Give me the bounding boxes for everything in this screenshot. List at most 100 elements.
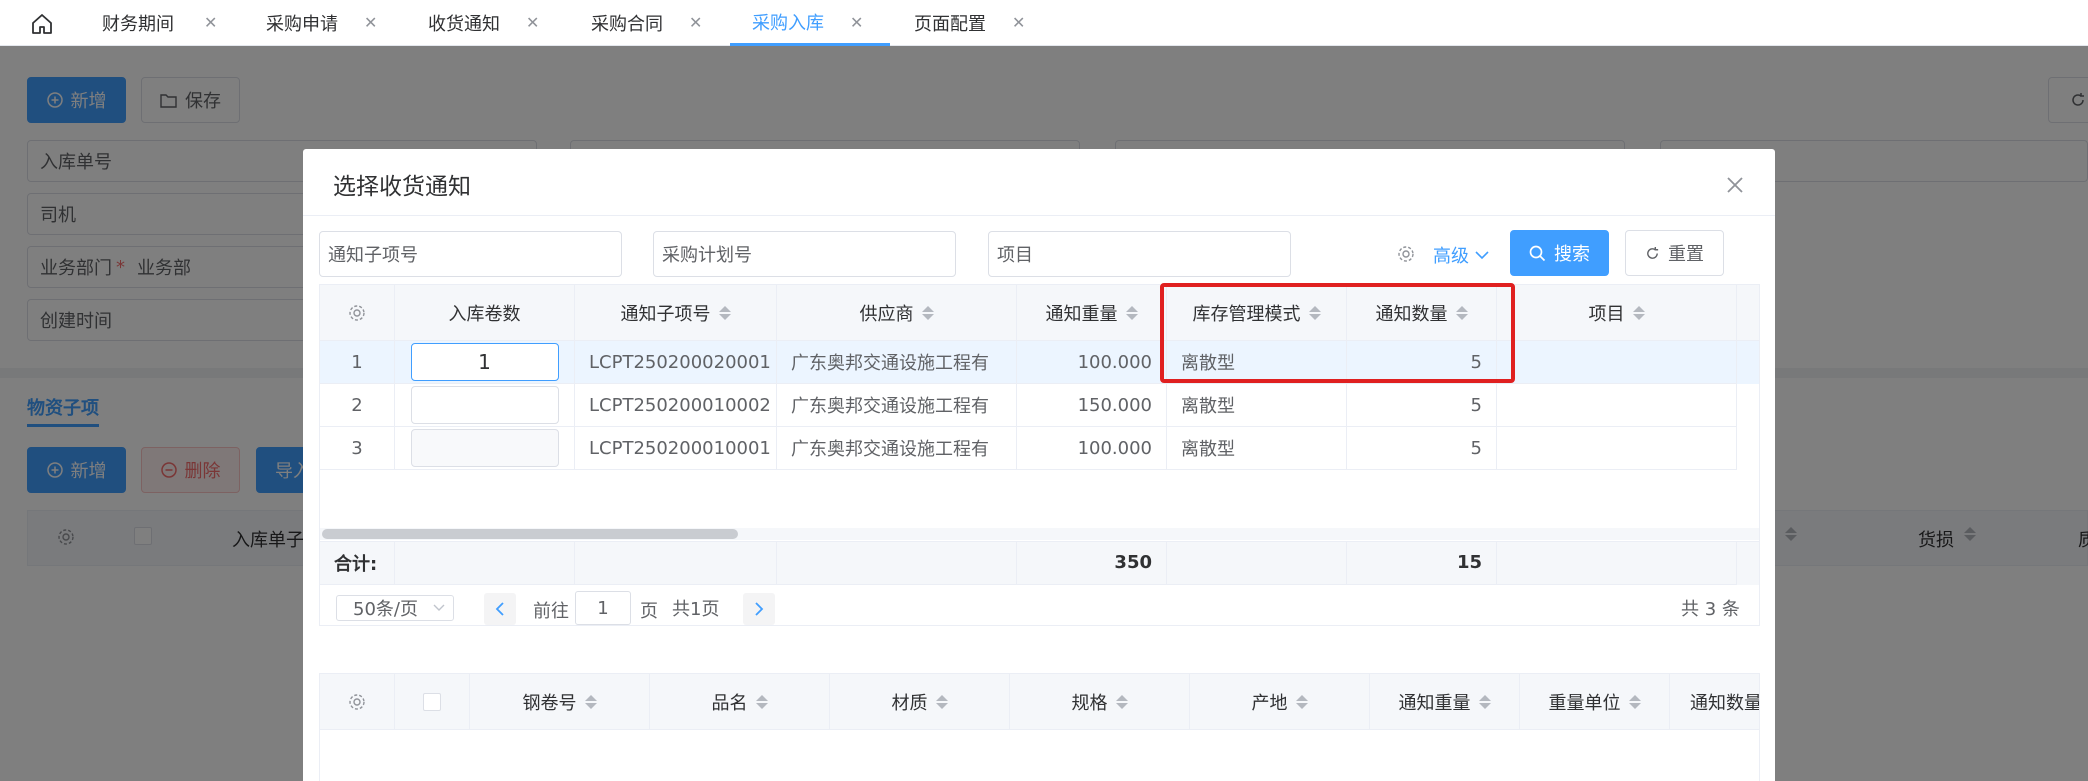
sort-icon[interactable] xyxy=(1115,694,1128,709)
weight-cell: 150.000 xyxy=(1017,384,1167,427)
sort-icon[interactable] xyxy=(1628,694,1641,709)
mode-cell: 离散型 xyxy=(1167,384,1347,427)
total-empty xyxy=(395,541,575,585)
total-label: 合计: xyxy=(320,541,395,585)
notice-sub-cell: LCPT250200020001 xyxy=(575,341,777,384)
close-icon[interactable]: ✕ xyxy=(204,13,217,32)
total-empty xyxy=(1167,541,1347,585)
gear-icon[interactable] xyxy=(348,304,366,322)
rolls-input[interactable] xyxy=(410,429,559,467)
close-icon[interactable]: ✕ xyxy=(1012,13,1025,32)
row-index: 2 xyxy=(320,384,395,427)
tab-finance-period[interactable]: 财务期间 ✕ xyxy=(88,0,228,46)
project-input[interactable]: 项目 xyxy=(988,231,1291,277)
page-unit: 页 xyxy=(640,601,658,622)
tab-bar: 财务期间 ✕ 采购申请 ✕ 收货通知 ✕ 采购合同 ✕ 采购入库 ✕ 页面配置 ✕ xyxy=(0,0,2088,46)
rolls-input[interactable]: 1 xyxy=(410,343,559,381)
col-header-origin[interactable]: 产地 xyxy=(1190,674,1370,730)
rolls-cell xyxy=(395,384,575,427)
col-header-weight-unit[interactable]: 重量单位 xyxy=(1520,674,1670,730)
search-icon xyxy=(1529,245,1546,262)
sort-icon[interactable] xyxy=(1632,305,1645,320)
reset-button[interactable]: 重置 xyxy=(1625,230,1724,276)
total-count: 共 3 条 xyxy=(1681,599,1740,620)
dialog-header-divider xyxy=(303,215,1775,216)
col-header-product-name[interactable]: 品名 xyxy=(650,674,830,730)
notice-sub-cell: LCPT250200010002 xyxy=(575,384,777,427)
dialog-title: 选择收货通知 xyxy=(333,174,471,200)
col-header-coil-no[interactable]: 钢卷号 xyxy=(470,674,650,730)
col-header-spec[interactable]: 规格 xyxy=(1010,674,1190,730)
coil-table: 钢卷号 品名 材质 规格 产地 通知重量 重量单位 通知数量 xyxy=(319,673,1760,781)
page-size-select[interactable]: 50条/页 xyxy=(336,595,454,621)
rolls-cell xyxy=(395,427,575,470)
supplier-cell: 广东奥邦交通设施工程有 xyxy=(777,384,1017,427)
supplier-cell: 广东奥邦交通设施工程有 xyxy=(777,341,1017,384)
advanced-toggle[interactable]: 高级 xyxy=(1433,242,1489,268)
col-header-notice-sub[interactable]: 通知子项号 xyxy=(575,285,777,341)
scrollbar-thumb[interactable] xyxy=(322,529,738,539)
col-header-weight[interactable]: 通知重量 xyxy=(1017,285,1167,341)
sort-icon[interactable] xyxy=(921,305,934,320)
sort-icon[interactable] xyxy=(1295,694,1308,709)
home-icon[interactable] xyxy=(28,10,56,38)
total-qty: 15 xyxy=(1347,541,1497,585)
select-all-header xyxy=(395,674,470,730)
tab-receipt-notice[interactable]: 收货通知 ✕ xyxy=(414,0,554,46)
prev-page-button[interactable] xyxy=(484,593,516,625)
sort-icon[interactable] xyxy=(755,694,768,709)
total-empty xyxy=(1497,541,1737,585)
gear-icon[interactable] xyxy=(1397,245,1415,263)
close-icon[interactable]: ✕ xyxy=(364,13,377,32)
sort-icon[interactable] xyxy=(1478,694,1491,709)
close-icon[interactable]: ✕ xyxy=(850,13,863,32)
supplier-cell: 广东奥邦交通设施工程有 xyxy=(777,427,1017,470)
highlight-annotation-box xyxy=(1160,283,1515,383)
total-empty xyxy=(777,541,1017,585)
rolls-input[interactable] xyxy=(410,386,559,424)
col-header-notice-qty[interactable]: 通知数量 xyxy=(1670,674,1759,730)
project-cell xyxy=(1497,427,1737,470)
chevron-down-icon xyxy=(433,604,445,612)
tab-purchase-inbound[interactable]: 采购入库 ✕ xyxy=(730,0,890,46)
row-index: 3 xyxy=(320,427,395,470)
col-header-supplier[interactable]: 供应商 xyxy=(777,285,1017,341)
close-icon[interactable]: ✕ xyxy=(526,13,539,32)
goto-label: 前往 xyxy=(533,601,569,622)
select-all-checkbox[interactable] xyxy=(423,692,441,711)
gear-icon[interactable] xyxy=(348,693,366,711)
close-icon[interactable]: ✕ xyxy=(689,13,702,32)
qty-cell: 5 xyxy=(1347,427,1497,470)
sort-icon[interactable] xyxy=(1125,305,1138,320)
next-page-button[interactable] xyxy=(743,593,775,625)
rolls-cell: 1 xyxy=(395,341,575,384)
col-header-project[interactable]: 项目 xyxy=(1497,285,1737,341)
tab-page-config[interactable]: 页面配置 ✕ xyxy=(900,0,1040,46)
sort-icon[interactable] xyxy=(584,694,597,709)
plan-no-input[interactable]: 采购计划号 xyxy=(653,231,956,277)
search-button[interactable]: 搜索 xyxy=(1510,230,1609,276)
page-count: 共1页 xyxy=(672,599,720,620)
mode-cell: 离散型 xyxy=(1167,427,1347,470)
chevron-down-icon xyxy=(1475,250,1489,260)
project-cell xyxy=(1497,384,1737,427)
notice-table: 入库卷数 通知子项号 供应商 通知重量 库存管理模式 通知数量 项目 1 1 L… xyxy=(319,284,1760,626)
col-header-notice-weight[interactable]: 通知重量 xyxy=(1370,674,1520,730)
close-icon[interactable] xyxy=(1723,173,1747,197)
col-header-rolls: 入库卷数 xyxy=(395,285,575,341)
tab-purchase-contract[interactable]: 采购合同 ✕ xyxy=(577,0,717,46)
col-header-material[interactable]: 材质 xyxy=(830,674,1010,730)
tab-purchase-request[interactable]: 采购申请 ✕ xyxy=(252,0,392,46)
horizontal-scrollbar[interactable] xyxy=(320,528,1759,540)
column-settings-header xyxy=(320,285,395,341)
sort-icon[interactable] xyxy=(935,694,948,709)
total-weight: 350 xyxy=(1017,541,1167,585)
notice-sub-input[interactable]: 通知子项号 xyxy=(319,231,622,277)
total-empty xyxy=(575,541,777,585)
weight-cell: 100.000 xyxy=(1017,427,1167,470)
notice-sub-cell: LCPT250200010001 xyxy=(575,427,777,470)
sort-icon[interactable] xyxy=(718,305,731,320)
project-cell xyxy=(1497,341,1737,384)
page-input[interactable]: 1 xyxy=(575,591,631,625)
weight-cell: 100.000 xyxy=(1017,341,1167,384)
